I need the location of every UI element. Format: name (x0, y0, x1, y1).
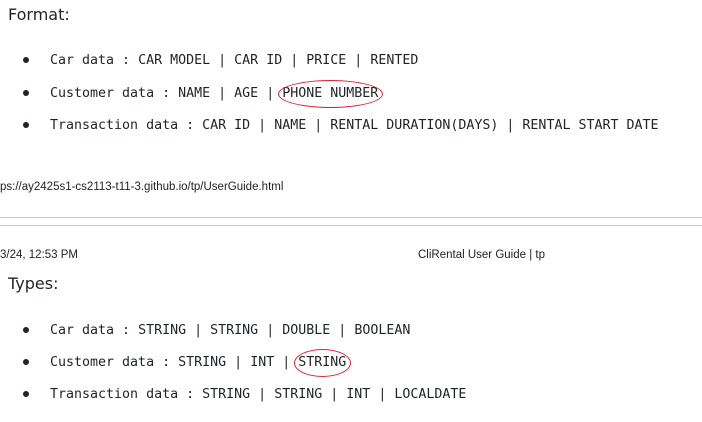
field-separator: | (210, 86, 235, 101)
field-value: RENTED (370, 53, 419, 68)
data-category-label: Car data (50, 53, 115, 68)
field-value: PRICE (306, 53, 347, 68)
field-value: AGE (234, 86, 259, 101)
item-text: Transaction data : STRING | STRING | INT… (50, 385, 466, 405)
page-divider (0, 217, 702, 218)
bullet-icon (23, 327, 29, 333)
field-value: STRING (178, 355, 227, 370)
item-text: Customer data : STRING | INT | STRING (50, 349, 352, 377)
page-header-timestamp: 3/24, 12:53 PM (0, 249, 78, 261)
field-separator: | (226, 355, 251, 370)
page-header-title: CliRental User Guide | tp (418, 249, 545, 261)
field-separator: | (330, 323, 355, 338)
field-value: CAR MODEL (138, 53, 211, 68)
field-separator: | (498, 118, 523, 133)
bullet-icon (23, 391, 29, 397)
data-category-label: Customer data (50, 355, 155, 370)
data-category-label: Transaction data (50, 387, 179, 402)
bullet-icon (23, 122, 29, 128)
field-value: INT (250, 355, 275, 370)
data-category-label: Customer data (50, 86, 155, 101)
label-separator: : (114, 323, 139, 338)
item-text: Car data : CAR MODEL | CAR ID | PRICE | … (50, 51, 418, 71)
item-text: Customer data : NAME | AGE | PHONE NUMBE… (50, 80, 384, 108)
field-value: BOOLEAN (354, 323, 411, 338)
page-divider (0, 225, 702, 226)
field-value: RENTAL START DATE (522, 118, 659, 133)
field-value: STRING (202, 387, 251, 402)
field-separator: | (306, 118, 331, 133)
data-category-label: Transaction data (50, 118, 179, 133)
field-value-circled: STRING (294, 349, 352, 377)
field-value: CAR ID (202, 118, 251, 133)
field-separator: | (250, 118, 275, 133)
field-value: LOCALDATE (394, 387, 467, 402)
data-category-label: Car data (50, 323, 115, 338)
bullet-icon (23, 57, 29, 63)
field-value: STRING (210, 323, 259, 338)
field-separator: | (370, 387, 395, 402)
field-value: NAME (178, 86, 211, 101)
format-heading: Format: (8, 5, 70, 24)
label-separator: : (178, 387, 203, 402)
field-value-circled: PHONE NUMBER (278, 80, 384, 108)
label-separator: : (154, 86, 179, 101)
field-separator: | (258, 323, 283, 338)
label-separator: : (114, 53, 139, 68)
field-separator: | (210, 53, 235, 68)
field-value: DOUBLE (282, 323, 331, 338)
page-footer-url: ps://ay2425s1-cs2113-t11-3.github.io/tp/… (0, 181, 284, 193)
field-separator: | (346, 53, 371, 68)
field-separator: | (186, 323, 211, 338)
field-value: CAR ID (234, 53, 283, 68)
item-text: Transaction data : CAR ID | NAME | RENTA… (50, 116, 659, 136)
field-value: INT (346, 387, 371, 402)
field-separator: | (322, 387, 347, 402)
types-heading: Types: (8, 274, 59, 293)
label-separator: : (154, 355, 179, 370)
label-separator: : (178, 118, 203, 133)
field-value: STRING (138, 323, 187, 338)
item-text: Car data : STRING | STRING | DOUBLE | BO… (50, 321, 410, 341)
field-value: NAME (274, 118, 307, 133)
bullet-icon (23, 359, 29, 365)
field-separator: | (250, 387, 275, 402)
field-value: RENTAL DURATION(DAYS) (330, 118, 499, 133)
field-separator: | (282, 53, 307, 68)
field-value: STRING (274, 387, 323, 402)
bullet-icon (23, 90, 29, 96)
